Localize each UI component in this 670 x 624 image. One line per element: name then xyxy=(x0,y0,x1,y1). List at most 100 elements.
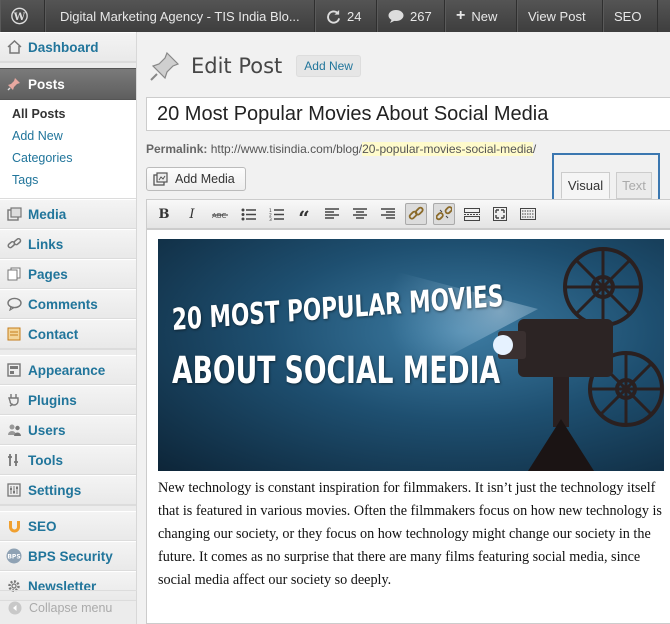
pushpin-icon xyxy=(150,51,180,81)
add-new-post-button[interactable]: Add New xyxy=(296,55,361,77)
menu-posts[interactable]: Posts xyxy=(0,68,136,100)
comments-count: 267 xyxy=(410,8,432,24)
menu-appearance-label: Appearance xyxy=(28,362,106,378)
media-icon xyxy=(6,206,22,222)
menu-plugins-label: Plugins xyxy=(28,392,77,408)
svg-text:3: 3 xyxy=(269,217,272,221)
menu-pages[interactable]: Pages xyxy=(0,259,136,289)
comment-bubble-icon xyxy=(388,9,404,23)
contact-form-icon xyxy=(6,326,22,342)
settings-icon xyxy=(6,482,22,498)
menu-tools[interactable]: Tools xyxy=(0,445,136,475)
admin-bar: W Digital Marketing Agency - TIS India B… xyxy=(0,0,670,32)
menu-appearance[interactable]: Appearance xyxy=(0,355,136,385)
page-title: Edit Post xyxy=(191,54,283,78)
menu-contact[interactable]: Contact xyxy=(0,319,136,349)
menu-plugins[interactable]: Plugins xyxy=(0,385,136,415)
menu-links-label: Links xyxy=(28,236,64,252)
svg-text:BPS: BPS xyxy=(7,554,20,561)
admin-sidebar: Dashboard Posts All Posts Add New Catego… xyxy=(0,32,137,624)
post-body-paragraph[interactable]: New technology is constant inspiration f… xyxy=(158,477,663,592)
users-icon xyxy=(6,422,22,438)
permalink-slug[interactable]: 20-popular-movies-social-media xyxy=(362,142,533,156)
italic-icon[interactable]: I xyxy=(181,203,203,225)
submenu-all-posts[interactable]: All Posts xyxy=(0,104,136,126)
add-media-button[interactable]: Add Media xyxy=(146,167,246,191)
blockquote-icon[interactable]: “ xyxy=(293,203,315,230)
fullscreen-icon[interactable] xyxy=(489,203,511,225)
tab-text[interactable]: Text xyxy=(616,172,652,199)
banner-line-2: ABOUT SOCIAL MEDIA xyxy=(172,349,501,392)
featured-banner-image: 20 MOST POPULAR MOVIES ABOUT SOCIAL MEDI… xyxy=(158,239,664,471)
insert-link-icon[interactable] xyxy=(405,203,427,225)
read-more-icon[interactable] xyxy=(461,203,483,225)
view-post-label: View Post xyxy=(528,8,586,24)
posts-submenu: All Posts Add New Categories Tags xyxy=(0,100,136,199)
home-icon xyxy=(6,39,22,55)
menu-comments-label: Comments xyxy=(28,296,98,312)
submenu-tags[interactable]: Tags xyxy=(0,170,136,192)
align-right-icon[interactable] xyxy=(377,203,399,225)
menu-contact-label: Contact xyxy=(28,326,79,342)
permalink-row: Permalink: http://www.tisindia.com/blog/… xyxy=(146,142,536,156)
appearance-icon xyxy=(6,362,22,378)
pushpin-icon xyxy=(6,76,22,92)
seo-label: SEO xyxy=(614,8,642,24)
menu-media[interactable]: Media xyxy=(0,199,136,229)
new-content-link[interactable]: + New xyxy=(445,0,517,32)
menu-pages-label: Pages xyxy=(28,266,68,282)
menu-users-label: Users xyxy=(28,422,66,438)
site-name-link[interactable]: Digital Marketing Agency - TIS India Blo… xyxy=(45,0,315,32)
permalink-label: Permalink: xyxy=(146,142,208,156)
menu-links[interactable]: Links xyxy=(0,229,136,259)
unlink-icon[interactable] xyxy=(433,203,455,225)
kitchen-sink-icon[interactable] xyxy=(517,203,539,225)
numbered-list-icon[interactable]: 123 xyxy=(265,203,287,225)
plus-icon: + xyxy=(456,7,466,24)
comments-link[interactable]: 267 xyxy=(377,0,445,32)
submenu-add-new[interactable]: Add New xyxy=(0,126,136,148)
menu-comments[interactable]: Comments xyxy=(0,289,136,319)
seo-logo-icon xyxy=(6,518,22,534)
menu-posts-label: Posts xyxy=(28,76,65,92)
align-center-icon[interactable] xyxy=(349,203,371,225)
bps-shield-icon: BPS xyxy=(6,548,22,564)
comment-icon xyxy=(6,296,22,312)
menu-bps-security[interactable]: BPS BPS Security xyxy=(0,541,136,571)
tab-visual[interactable]: Visual xyxy=(561,172,610,199)
menu-bps-security-label: BPS Security xyxy=(28,548,113,564)
updates-link[interactable]: 24 xyxy=(315,0,377,32)
new-label: New xyxy=(471,8,498,24)
tools-icon xyxy=(6,452,22,468)
collapse-menu-button[interactable]: Collapse menu xyxy=(0,590,137,624)
view-post-link[interactable]: View Post xyxy=(517,0,603,32)
menu-seo[interactable]: SEO xyxy=(0,511,136,541)
chain-link-icon xyxy=(6,236,22,252)
pages-icon xyxy=(6,266,22,282)
post-title-input[interactable]: 20 Most Popular Movies About Social Medi… xyxy=(146,97,670,131)
svg-text:W: W xyxy=(13,11,26,23)
align-left-icon[interactable] xyxy=(321,203,343,225)
wordpress-logo-icon[interactable]: W xyxy=(0,0,45,32)
menu-users[interactable]: Users xyxy=(0,415,136,445)
updates-count: 24 xyxy=(347,8,362,24)
plugin-plug-icon xyxy=(6,392,22,408)
permalink-trailing-slash: / xyxy=(532,142,537,156)
editor-toolbar: B I ABC 123 “ xyxy=(146,199,670,230)
menu-settings[interactable]: Settings xyxy=(0,475,136,505)
bullet-list-icon[interactable] xyxy=(237,203,259,225)
menu-dashboard-label: Dashboard xyxy=(28,39,99,55)
add-media-label: Add Media xyxy=(175,172,235,186)
permalink-base-url: http://www.tisindia.com/blog/ xyxy=(210,142,363,156)
collapse-arrow-icon xyxy=(8,601,22,614)
add-media-icon xyxy=(153,172,168,186)
post-content-editor[interactable]: 20 MOST POPULAR MOVIES ABOUT SOCIAL MEDI… xyxy=(146,229,670,624)
menu-dashboard[interactable]: Dashboard xyxy=(0,32,136,62)
collapse-menu-label: Collapse menu xyxy=(29,600,113,615)
seo-link[interactable]: SEO xyxy=(603,0,658,32)
menu-seo-label: SEO xyxy=(28,518,57,534)
strikethrough-icon[interactable]: ABC xyxy=(209,203,231,225)
submenu-categories[interactable]: Categories xyxy=(0,148,136,170)
bold-icon[interactable]: B xyxy=(153,203,175,225)
menu-tools-label: Tools xyxy=(28,452,63,468)
